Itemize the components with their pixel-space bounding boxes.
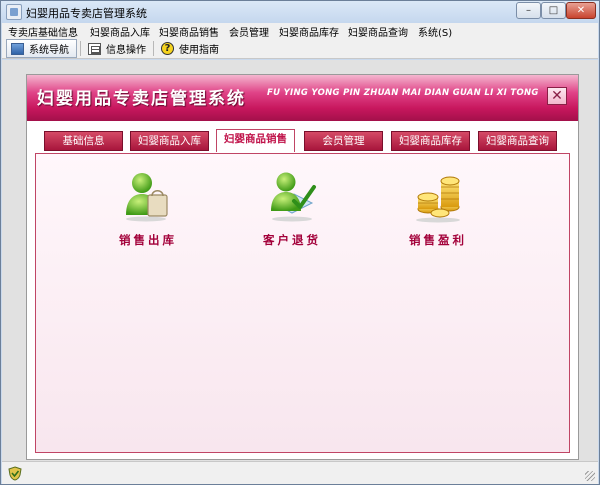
customer-return-label: 客户退货 [263,233,321,247]
minimize-button[interactable]: – [516,2,541,19]
close-button[interactable]: ✕ [566,2,596,19]
monitor-icon [11,42,24,55]
status-bar [2,461,598,484]
window-title: 妇婴用品专卖店管理系统 [26,7,147,20]
system-navigation-button[interactable]: 系统导航 [6,39,77,58]
main-form: 妇婴用品专卖店管理系统 FU YING YONG PIN ZHUAN MAI D… [26,74,579,460]
sales-outbound-label: 销售出库 [119,233,177,247]
customer-return-button[interactable]: 客户退货 [232,167,352,248]
app-icon [6,4,22,20]
toolbar: 系统导航 信息操作 ? 使用指南 [2,38,598,59]
mdi-area: 妇婴用品专卖店管理系统 FU YING YONG PIN ZHUAN MAI D… [2,60,598,461]
gold-coins-icon [416,176,460,223]
menu-store-basic-info[interactable]: 专卖店基础信息 [8,24,78,39]
tab-goods-stock-in[interactable]: 妇婴商品入库 [130,131,209,151]
status-shield-icon [8,466,22,481]
sales-profit-button[interactable]: 销售盈利 [378,167,498,248]
user-guide-label: 使用指南 [179,45,219,56]
menu-goods-query[interactable]: 妇婴商品查询 [348,24,408,39]
banner-subtitle: FU YING YONG PIN ZHUAN MAI DIAN GUAN LI … [267,88,539,98]
info-operation-label: 信息操作 [106,45,146,56]
grid-icon [88,42,101,55]
app-window: 妇婴用品专卖店管理系统 – □ ✕ 专卖店基础信息 妇婴商品入库 妇婴商品销售 … [0,0,600,485]
menu-goods-inventory[interactable]: 妇婴商品库存 [279,24,339,39]
menu-goods-sales[interactable]: 妇婴商品销售 [159,24,219,39]
banner-title: 妇婴用品专卖店管理系统 [37,89,246,109]
tab-goods-sales[interactable]: 妇婴商品销售 [216,129,295,152]
user-shopping-bag-icon [126,173,168,222]
resize-grip[interactable] [585,471,595,481]
tab-goods-inventory[interactable]: 妇婴商品库存 [391,131,470,151]
menu-system[interactable]: 系统(S) [418,24,452,39]
tab-basic-info[interactable]: 基础信息 [44,131,123,151]
help-icon: ? [161,42,174,55]
form-close-button[interactable]: ✕ [547,87,567,105]
sales-outbound-button[interactable]: 销售出库 [88,167,208,248]
maximize-button[interactable]: □ [541,2,566,19]
tab-goods-query[interactable]: 妇婴商品查询 [478,131,557,151]
menu-goods-stock-in[interactable]: 妇婴商品入库 [90,24,150,39]
toolbar-separator [153,41,154,56]
user-return-icon [271,172,316,222]
toolbar-separator [80,41,81,56]
tab-member-management[interactable]: 会员管理 [304,131,383,151]
sales-profit-label: 销售盈利 [409,233,467,247]
menu-member-management[interactable]: 会员管理 [229,24,269,39]
menu-bar: 专卖店基础信息 妇婴商品入库 妇婴商品销售 会员管理 妇婴商品库存 妇婴商品查询… [2,23,598,39]
info-operation-button[interactable]: 信息操作 [84,39,150,58]
title-bar[interactable]: 妇婴用品专卖店管理系统 – □ ✕ [1,1,599,23]
tab-strip: 基础信息 妇婴商品入库 妇婴商品销售 会员管理 妇婴商品库存 妇婴商品查询 [27,121,578,152]
user-guide-button[interactable]: ? 使用指南 [157,39,225,58]
header-banner: 妇婴用品专卖店管理系统 FU YING YONG PIN ZHUAN MAI D… [27,75,578,121]
system-navigation-label: 系统导航 [29,45,69,56]
